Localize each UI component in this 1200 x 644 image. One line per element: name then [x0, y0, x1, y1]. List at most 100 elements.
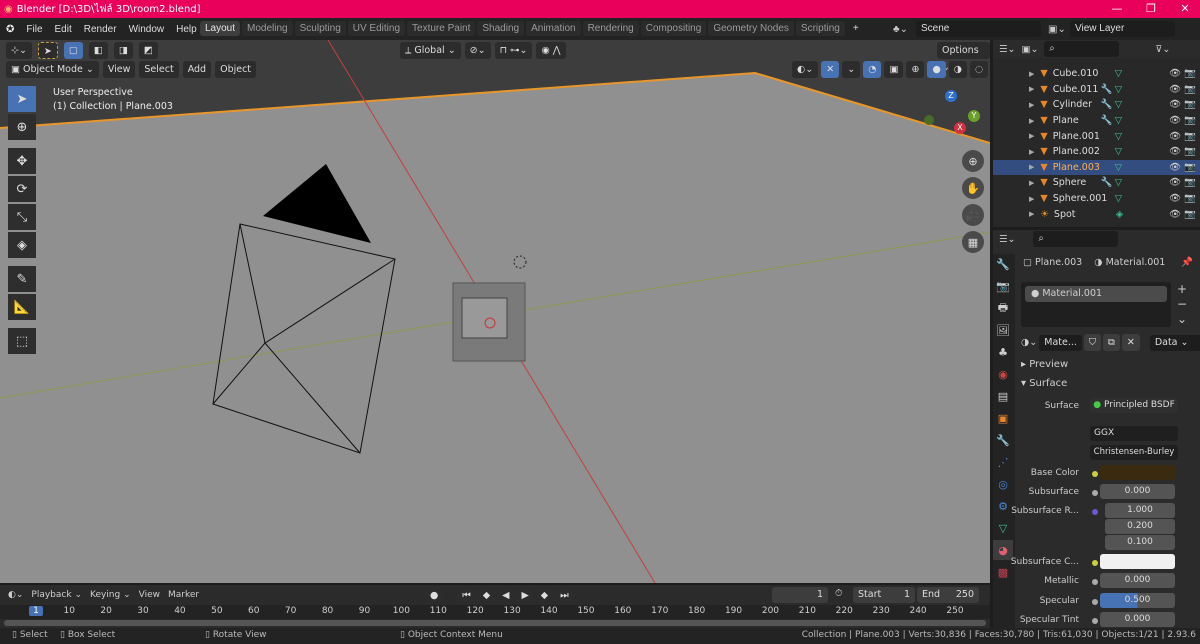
navigation-gizmo[interactable]: Z Y X	[922, 88, 982, 148]
radius-x-field[interactable]: 1.000	[1105, 503, 1175, 518]
tab-compositing[interactable]: Compositing	[640, 21, 707, 36]
surface-panel-header[interactable]: ▾ Surface	[1021, 378, 1067, 389]
viewport-menu-select[interactable]: Select	[139, 61, 179, 78]
next-keyframe-button[interactable]: ◆	[535, 587, 554, 604]
outliner-item-name[interactable]: Plane.001	[1053, 131, 1101, 142]
end-frame-field[interactable]: End 250	[917, 587, 979, 603]
timeline-editor-type-icon[interactable]: ◐⌄	[8, 590, 23, 600]
tab-animation[interactable]: Animation	[526, 21, 581, 36]
outliner-item[interactable]: ▶ ▼ Plane.002 ▽ 👁 📷	[993, 144, 1200, 160]
outliner[interactable]: ☰⌄ ▣⌄ ⌕ ⊽⌄ ▶ ▼ Cube.010 ▽ 👁 📷 ▶ ▼ Cube.01…	[993, 40, 1200, 227]
cursor-tool[interactable]: ⊕	[8, 114, 36, 140]
gizmo-neg-y[interactable]	[924, 115, 934, 125]
subsurface-method-dropdown[interactable]: Christensen-Burley	[1090, 445, 1178, 460]
rotate-tool[interactable]: ⟳	[8, 176, 36, 202]
menu-window[interactable]: Window	[123, 24, 171, 35]
render-camera-icon[interactable]: 📷	[1184, 162, 1196, 173]
timeline[interactable]: ◐⌄ Playback ⌄ Keying ⌄ View Marker ● ⏮ ◆…	[0, 585, 990, 628]
properties-editor-type-icon[interactable]: ☰⌄	[999, 234, 1015, 245]
menu-edit[interactable]: Edit	[49, 24, 78, 35]
visibility-eye-icon[interactable]: 👁	[1169, 131, 1181, 142]
socket-dot[interactable]	[1092, 560, 1098, 566]
visibility-eye-icon[interactable]: 👁	[1169, 209, 1181, 220]
view-layer-tab-icon[interactable]: 🖼	[993, 320, 1013, 340]
blender-menu-icon[interactable]: ✪	[0, 24, 20, 35]
expand-arrow-icon[interactable]: ▶	[1029, 210, 1034, 218]
scene-icon[interactable]: ♣⌄	[893, 24, 908, 35]
unlink-material-icon[interactable]: ✕	[1121, 334, 1140, 351]
tool-tab-icon[interactable]: 🔧	[993, 254, 1013, 274]
socket-dot[interactable]	[1092, 509, 1098, 515]
slot-menu-button[interactable]: ⌄	[1177, 312, 1187, 327]
close-button[interactable]: ✕	[1170, 0, 1200, 18]
visibility-eye-icon[interactable]: 👁	[1169, 177, 1181, 188]
scale-tool[interactable]: ⤡	[8, 204, 36, 230]
outliner-item-name[interactable]: Plane.002	[1053, 146, 1101, 157]
zoom-icon[interactable]: ⊕	[962, 150, 984, 172]
outliner-search-input[interactable]: ⌕	[1044, 41, 1120, 57]
filter-icon[interactable]: ⊽⌄	[1155, 44, 1170, 55]
expand-arrow-icon[interactable]: ▶	[1029, 132, 1034, 140]
metallic-field[interactable]: 0.000	[1100, 573, 1175, 588]
expand-arrow-icon[interactable]: ▶	[1029, 117, 1034, 125]
tab-rendering[interactable]: Rendering	[582, 21, 639, 36]
render-camera-icon[interactable]: 📷	[1184, 177, 1196, 188]
surface-shader-button[interactable]: ● Principled BSDF	[1090, 398, 1178, 413]
expand-arrow-icon[interactable]: ▶	[1029, 179, 1034, 187]
move-tool[interactable]: ✥	[8, 148, 36, 174]
tab-texture-paint[interactable]: Texture Paint	[407, 21, 476, 36]
3d-viewport[interactable]: ⊹⌄ ➤ ▢ ◧ ◨ ◩ ⟂ Global ⌄ ⊘⌄ ⊓ ⊶⌄ ◉ ⋀ Opti…	[0, 40, 990, 583]
record-button[interactable]: ●	[425, 587, 444, 604]
socket-dot[interactable]	[1092, 599, 1098, 605]
material-slot-item[interactable]: ● Material.001	[1025, 286, 1167, 302]
proportional-edit-icon[interactable]: ◉ ⋀	[536, 42, 566, 59]
distribution-dropdown[interactable]: GGX	[1090, 426, 1178, 441]
filter-view-icon[interactable]: ▣⌄	[1021, 44, 1038, 55]
timeline-menu-playback[interactable]: Playback ⌄	[31, 590, 82, 600]
stopwatch-icon[interactable]: ⏱	[835, 588, 842, 599]
render-camera-icon[interactable]: 📷	[1184, 131, 1196, 142]
preview-panel-header[interactable]: ▸ Preview	[1021, 359, 1068, 370]
properties-search-input[interactable]: ⌕	[1033, 231, 1119, 247]
visibility-eye-icon[interactable]: 👁	[1169, 193, 1181, 204]
perspective-grid-icon[interactable]: ▦	[962, 231, 984, 253]
select-tool-button[interactable]: ➤	[37, 42, 58, 59]
measure-tool[interactable]: 📐	[8, 294, 36, 320]
maximize-button[interactable]: ❐	[1136, 0, 1166, 18]
tab-geometry-nodes[interactable]: Geometry Nodes	[708, 21, 794, 36]
add-cube-tool[interactable]: ⬚	[8, 328, 36, 354]
current-frame-indicator[interactable]: 1	[29, 606, 43, 616]
current-frame-field[interactable]: 1	[772, 587, 828, 603]
editor-type-button[interactable]: ⊹⌄	[6, 42, 32, 59]
expand-arrow-icon[interactable]: ▶	[1029, 85, 1034, 93]
play-reverse-button[interactable]: ◀	[497, 587, 515, 604]
outliner-item[interactable]: ▶ ☀ Spot ◈ 👁 📷	[993, 206, 1200, 222]
options-dropdown[interactable]: Options ⌄	[937, 42, 990, 73]
duplicate-material-icon[interactable]: ⧉	[1103, 334, 1120, 351]
specular-slider[interactable]: 0.500	[1100, 593, 1175, 608]
menu-help[interactable]: Help	[170, 24, 203, 35]
play-button[interactable]: ▶	[516, 587, 534, 604]
properties-editor[interactable]: ☰⌄ ⌕ 🔧 📷 🖶 🖼 ♣ ◉ ▤ ▣ 🔧 ⋰ ◎ ⚙ ▽ ◕ ▩ ▢ Pla…	[993, 230, 1200, 630]
outliner-item[interactable]: ▶ ▼ Cube.011 🔧 ▽ 👁 📷	[993, 82, 1200, 98]
annotate-tool[interactable]: ✎	[8, 266, 36, 292]
xray-icon[interactable]: ▣	[884, 61, 904, 78]
outliner-item-name[interactable]: Plane	[1053, 115, 1101, 126]
render-camera-icon[interactable]: 📷	[1184, 68, 1196, 79]
menu-file[interactable]: File	[20, 24, 48, 35]
render-tab-icon[interactable]: 📷	[993, 276, 1013, 296]
menu-render[interactable]: Render	[78, 24, 123, 35]
outliner-item[interactable]: ▶ ▼ Plane.001 ▽ 👁 📷	[993, 128, 1200, 144]
minimize-button[interactable]: —	[1102, 0, 1132, 18]
shading-material-icon[interactable]: ◑	[948, 61, 968, 78]
timeline-menu-view[interactable]: View	[139, 590, 160, 600]
radius-y-field[interactable]: 0.200	[1105, 519, 1175, 534]
gizmo-z[interactable]: Z	[945, 90, 957, 102]
viewport-menu-view[interactable]: View	[102, 61, 136, 78]
select-mode-invert-button[interactable]: ◩	[138, 42, 158, 59]
snap-icon[interactable]: ⊓ ⊶⌄	[494, 42, 533, 59]
outliner-item-name[interactable]: Sphere.001	[1053, 193, 1108, 204]
scene-field[interactable]: Scene	[916, 21, 1041, 37]
render-camera-icon[interactable]: 📷	[1184, 209, 1196, 220]
jump-start-button[interactable]: ⏮	[457, 587, 476, 604]
